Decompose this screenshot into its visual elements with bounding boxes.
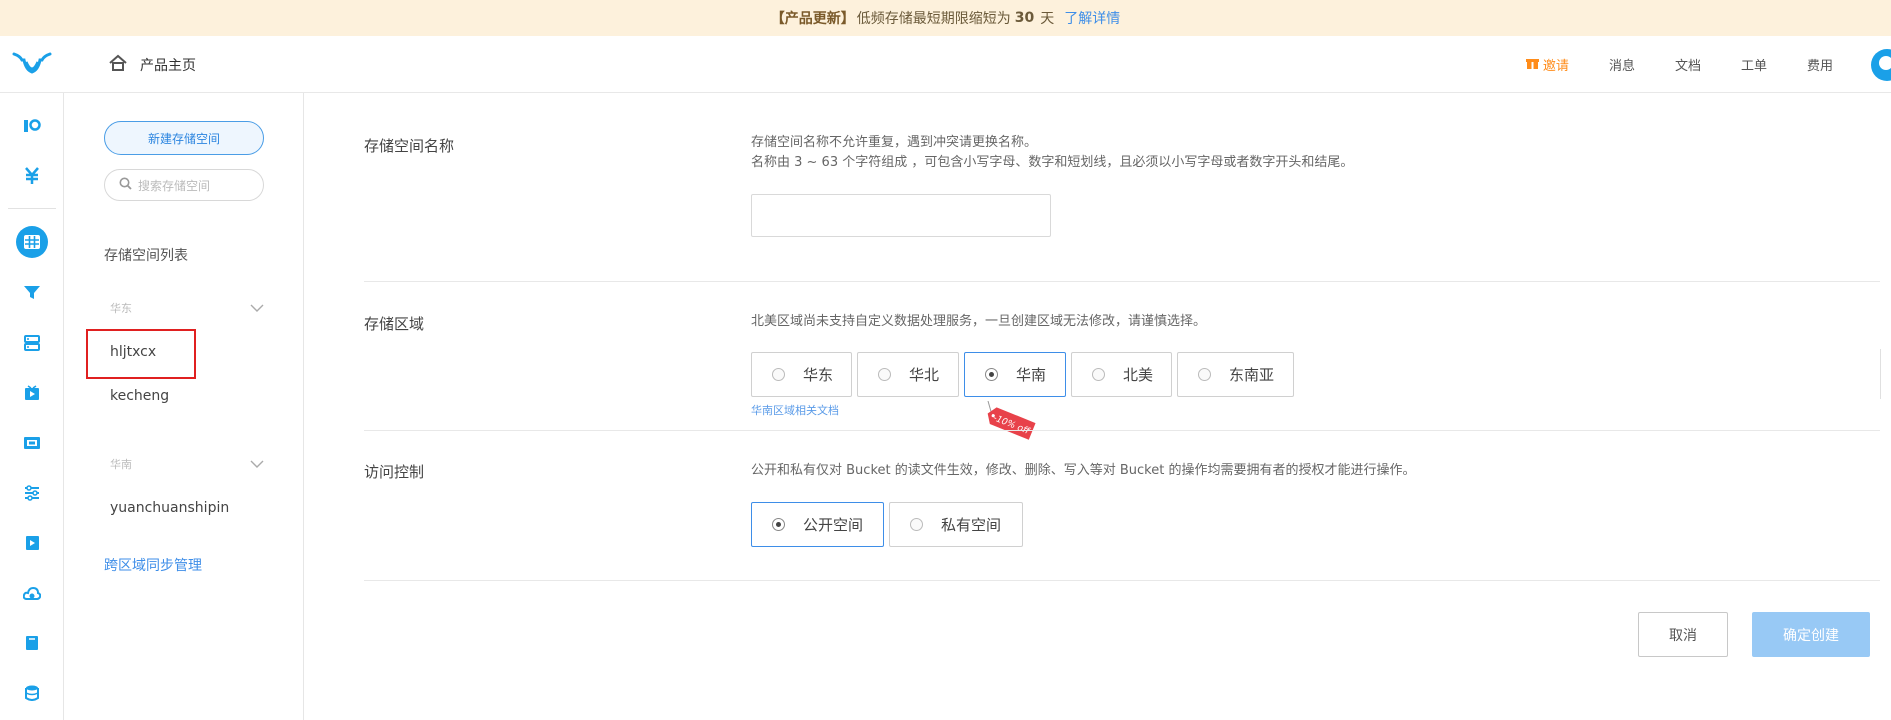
billing-icon[interactable] bbox=[20, 164, 44, 188]
region-option-south[interactable]: 华南 bbox=[964, 352, 1066, 397]
bucket-name-desc-1: 存储空间名称不允许重复，遇到冲突请更换名称。 bbox=[751, 135, 1038, 150]
group-label: 华东 bbox=[110, 302, 132, 315]
nav-docs[interactable]: 文档 bbox=[1675, 55, 1701, 74]
notice-link[interactable]: 了解详情 bbox=[1064, 8, 1120, 28]
gift-icon bbox=[1525, 56, 1539, 74]
region-option-north[interactable]: 华北 bbox=[857, 352, 959, 397]
nav-invite[interactable]: 邀请 bbox=[1525, 55, 1569, 74]
bucket-search-input[interactable]: 搜索存储空间 bbox=[104, 169, 264, 201]
divider bbox=[364, 281, 1880, 282]
region-option-label: 北美 bbox=[1123, 366, 1154, 384]
cross-region-sync-link[interactable]: 跨区域同步管理 bbox=[104, 555, 202, 575]
notice-days: 30 bbox=[1014, 10, 1035, 26]
region-option-east[interactable]: 华东 bbox=[751, 352, 852, 397]
access-option-label: 私有空间 bbox=[941, 516, 1002, 534]
bucket-name-label: 存储空间名称 bbox=[364, 137, 455, 155]
media-icon[interactable] bbox=[20, 431, 44, 455]
bucket-sidebar: 新建存储空间 搜索存储空间 存储空间列表 华东 hljtxcx kecheng … bbox=[64, 93, 304, 720]
cancel-button[interactable]: 取消 bbox=[1638, 612, 1728, 657]
new-bucket-button[interactable]: 新建存储空间 bbox=[104, 121, 264, 155]
region-doc-link[interactable]: 华南区域相关文档 bbox=[751, 402, 839, 418]
nav-invite-label: 邀请 bbox=[1542, 59, 1569, 74]
database-icon[interactable] bbox=[20, 681, 44, 705]
host-icon[interactable] bbox=[20, 331, 44, 355]
region-desc: 北美区域尚未支持自定义数据处理服务，一旦创建区域无法修改，请谨慎选择。 bbox=[751, 314, 1207, 329]
highlight-box bbox=[86, 329, 196, 379]
bucket-list-title: 存储空间列表 bbox=[104, 248, 188, 264]
radio-icon bbox=[772, 368, 785, 381]
group-label: 华南 bbox=[110, 458, 132, 471]
group-header-south[interactable]: 华南 bbox=[110, 456, 264, 472]
bucket-item[interactable]: kecheng bbox=[110, 388, 169, 404]
home-link[interactable]: 产品主页 bbox=[108, 54, 196, 76]
divider bbox=[364, 430, 1880, 431]
tag-icon: -10% off bbox=[987, 400, 1036, 440]
access-option-public[interactable]: 公开空间 bbox=[751, 502, 884, 547]
search-placeholder: 搜索存储空间 bbox=[138, 178, 211, 193]
region-label: 存储区域 bbox=[364, 315, 425, 333]
region-option-label: 东南亚 bbox=[1229, 366, 1275, 384]
confirm-create-button[interactable]: 确定创建 bbox=[1752, 612, 1870, 657]
region-option-label: 华东 bbox=[803, 366, 834, 384]
bucket-name-input[interactable] bbox=[751, 194, 1051, 237]
search-icon bbox=[119, 177, 132, 193]
video-icon[interactable] bbox=[20, 531, 44, 555]
divider bbox=[364, 580, 1880, 581]
radio-selected-icon bbox=[772, 518, 785, 531]
icon-rail bbox=[0, 93, 64, 720]
create-bucket-form: 存储空间名称 存储空间名称不允许重复，遇到冲突请更换名称。 名称由 3 ~ 63… bbox=[304, 93, 1891, 720]
region-option-label: 华北 bbox=[909, 366, 940, 384]
rail-divider bbox=[8, 208, 56, 209]
access-option-label: 公开空间 bbox=[803, 516, 864, 534]
avatar[interactable] bbox=[1871, 48, 1891, 81]
region-option-sea[interactable]: 东南亚 bbox=[1177, 352, 1294, 397]
dashboard-icon[interactable] bbox=[20, 114, 44, 138]
access-option-private[interactable]: 私有空间 bbox=[889, 502, 1023, 547]
discount-tag: -10% off bbox=[984, 400, 1044, 453]
nav-messages[interactable]: 消息 bbox=[1609, 55, 1635, 74]
access-desc: 公开和私有仅对 Bucket 的读文件生效，修改、删除、写入等对 Bucket … bbox=[751, 463, 1416, 478]
radio-icon bbox=[1092, 368, 1105, 381]
header: 产品主页 邀请 消息 文档 工单 费用 bbox=[0, 36, 1891, 93]
notes-icon[interactable] bbox=[20, 631, 44, 655]
notice-bracket: 【产品更新】 bbox=[770, 11, 855, 27]
bucket-name-desc-2: 名称由 3 ~ 63 个字符组成 ，可包含小写字母、数字和短划线，且必须以小写字… bbox=[751, 155, 1354, 170]
notice-bar: 【产品更新】 低频存储最短期限缩短为 30 天 了解详情 bbox=[0, 0, 1891, 36]
home-label: 产品主页 bbox=[140, 58, 196, 74]
divider bbox=[1880, 349, 1881, 399]
radio-selected-icon bbox=[985, 368, 998, 381]
bucket-item[interactable]: yuanchuanshipin bbox=[110, 500, 229, 516]
radio-icon bbox=[910, 518, 923, 531]
group-header-east[interactable]: 华东 bbox=[110, 300, 264, 316]
data-process-icon[interactable] bbox=[20, 481, 44, 505]
radio-icon bbox=[878, 368, 891, 381]
access-label: 访问控制 bbox=[364, 463, 425, 481]
logo-icon[interactable] bbox=[12, 50, 52, 80]
notice-unit: 天 bbox=[1040, 11, 1055, 27]
nav-tickets[interactable]: 工单 bbox=[1741, 55, 1767, 74]
region-option-na[interactable]: 北美 bbox=[1071, 352, 1172, 397]
radio-icon bbox=[1198, 368, 1211, 381]
cloud-icon[interactable] bbox=[20, 581, 44, 605]
notice-text: 低频存储最短期限缩短为 bbox=[856, 11, 1011, 27]
region-option-label: 华南 bbox=[1016, 366, 1047, 384]
nav-billing[interactable]: 费用 bbox=[1807, 55, 1833, 74]
home-icon bbox=[108, 54, 128, 76]
chevron-down-icon bbox=[250, 302, 264, 315]
top-nav: 邀请 消息 文档 工单 费用 bbox=[1486, 36, 1891, 93]
cdn-icon[interactable] bbox=[20, 280, 44, 304]
storage-icon[interactable] bbox=[20, 230, 44, 254]
chevron-down-icon bbox=[250, 458, 264, 471]
live-icon[interactable] bbox=[20, 381, 44, 405]
